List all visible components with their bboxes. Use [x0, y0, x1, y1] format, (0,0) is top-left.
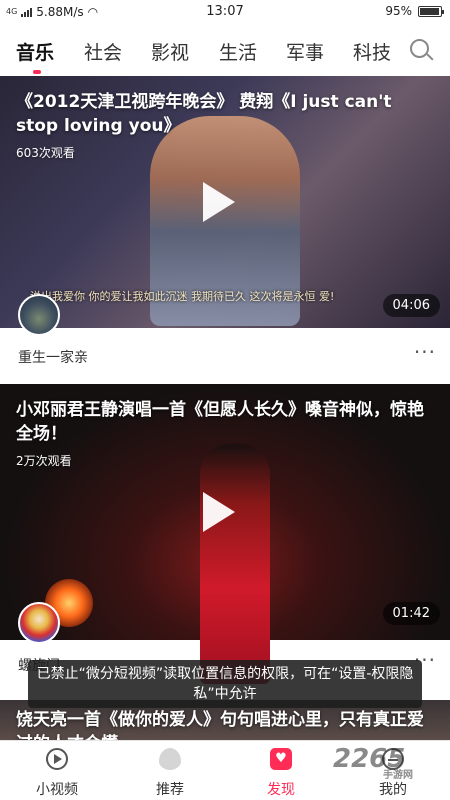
- nav-label: 我的: [379, 782, 407, 798]
- category-tabs: 音乐 社会 影视 生活 军事 科技: [0, 24, 450, 76]
- nav-short-video[interactable]: 小视频: [12, 741, 102, 800]
- video-title[interactable]: 小邓丽君王静演唱一首《但愿人长久》嗓音神似，惊艳全场！: [16, 398, 426, 446]
- author-avatar[interactable]: [18, 294, 60, 336]
- permission-toast: 已禁止“微分短视频”读取位置信息的权限，可在“设置-权限隐私”中允许: [28, 660, 422, 708]
- nav-discover[interactable]: 发现: [236, 741, 326, 800]
- video-duration: 01:42: [382, 602, 440, 625]
- video-subtitle: 说出我爱你 你的爱让我如此沉迷 我期待已久 这次将是永恒 爱!: [30, 290, 335, 303]
- video-duration: 04:06: [382, 294, 440, 317]
- video-title[interactable]: 饶天亮一首《做你的爱人》句句唱进心里，只有真正爱过的人才会懂: [16, 708, 426, 740]
- tab-society[interactable]: 社会: [84, 38, 122, 65]
- play-icon[interactable]: [203, 492, 235, 532]
- discover-icon: [270, 748, 292, 770]
- video-thumbnail[interactable]: 说出我爱你 你的爱让我如此沉迷 我期待已久 这次将是永恒 爱! 《2012天津卫…: [0, 76, 450, 328]
- status-bar: 4G 5.88M/s ◠ 13:07 95%: [0, 0, 450, 24]
- more-options-icon[interactable]: ···: [414, 340, 436, 364]
- video-thumbnail[interactable]: 小邓丽君王静演唱一首《但愿人长久》嗓音神似，惊艳全场！ 2万次观看 01:42: [0, 384, 450, 684]
- video-title[interactable]: 《2012天津卫视跨年晚会》 费翔《I just can't stop lovi…: [16, 90, 426, 138]
- status-right: 95%: [385, 4, 444, 18]
- tab-music[interactable]: 音乐: [16, 38, 54, 65]
- view-count: 2万次观看: [16, 454, 72, 468]
- tab-life[interactable]: 生活: [219, 38, 257, 65]
- tab-military[interactable]: 军事: [286, 38, 324, 65]
- active-tab-indicator: [33, 70, 41, 74]
- author-name[interactable]: 重生一家亲: [18, 347, 88, 367]
- view-count: 603次观看: [16, 146, 75, 160]
- search-button[interactable]: [394, 24, 450, 76]
- recommend-icon: [159, 748, 181, 770]
- tab-film[interactable]: 影视: [151, 38, 189, 65]
- tab-tech[interactable]: 科技: [353, 38, 391, 65]
- video-card[interactable]: 说出我爱你 你的爱让我如此沉迷 我期待已久 这次将是永恒 爱! 《2012天津卫…: [0, 76, 450, 380]
- video-card[interactable]: 小邓丽君王静演唱一首《但愿人长久》嗓音神似，惊艳全场！ 2万次观看 01:42 …: [0, 384, 450, 700]
- play-icon[interactable]: [203, 182, 235, 222]
- watermark-subtext: 手游网: [383, 770, 413, 781]
- nav-label: 发现: [267, 782, 295, 798]
- singer-figure: [200, 444, 270, 684]
- battery-percent: 95%: [385, 4, 412, 18]
- nav-recommend[interactable]: 推荐: [125, 741, 215, 800]
- watermark-logo: 2265 手游网: [333, 744, 413, 781]
- search-icon-handle: [426, 53, 434, 61]
- nav-label: 小视频: [36, 782, 78, 798]
- nav-label: 推荐: [156, 782, 184, 798]
- clock: 13:07: [206, 4, 244, 19]
- short-video-icon: [46, 748, 68, 770]
- battery-icon: [418, 5, 444, 17]
- author-avatar[interactable]: [18, 602, 60, 644]
